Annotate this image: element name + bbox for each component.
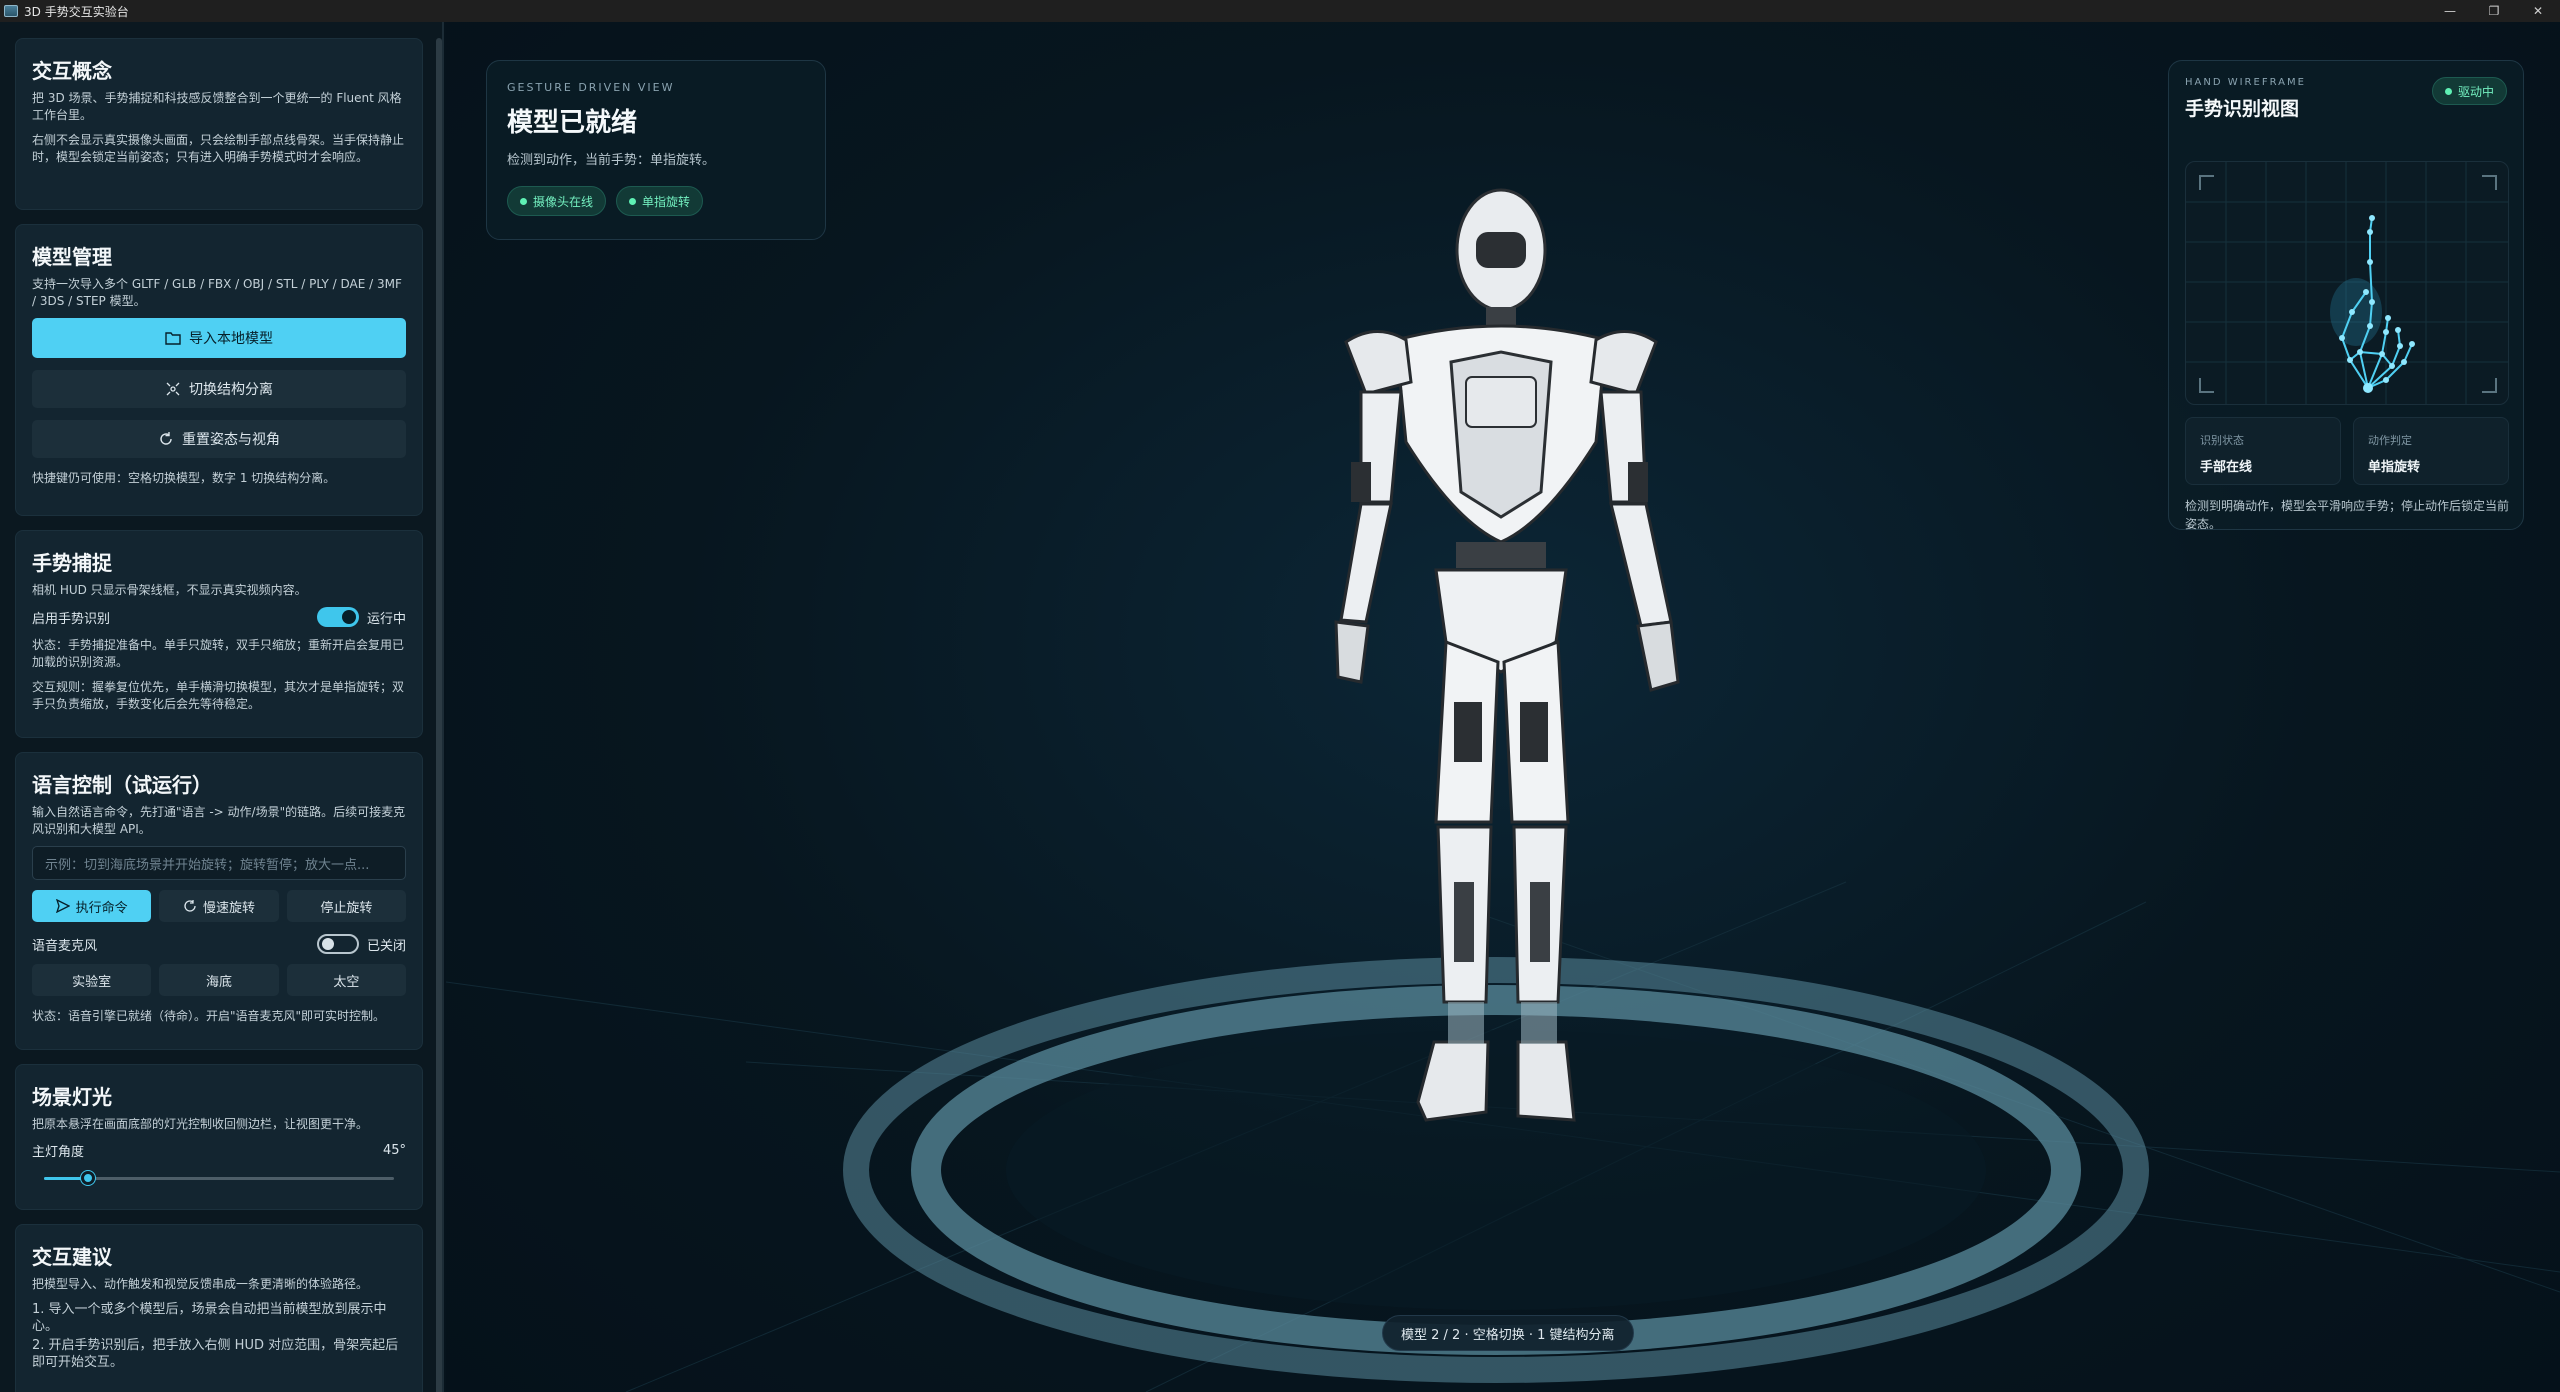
gesture-toggle-row: 启用手势识别 运行中 (32, 607, 406, 627)
light-angle-slider[interactable] (44, 1166, 394, 1190)
scene-buttons: 实验室 海底 太空 (32, 964, 406, 996)
recognition-status-box: 识别状态 手部在线 (2185, 417, 2341, 485)
lighting-desc: 把原本悬浮在画面底部的灯光控制收回侧边栏，让视图更干净。 (32, 1117, 369, 1131)
hand-wireframe-view (2185, 161, 2509, 405)
send-icon (55, 899, 70, 913)
scene-space-button[interactable]: 太空 (286, 964, 406, 996)
shortcut-hint: 快捷键仍可使用：空格切换模型，数字 1 切换结构分离。 (32, 471, 336, 485)
driving-dot-icon (2444, 87, 2452, 95)
gesture-rules: 交互规则：握拳复位优先，单手横滑切换模型，其次才是单指旋转；双手只负责缩放，手数… (32, 680, 405, 711)
voice-card: 语言控制（试运行） 输入自然语言命令，先打通"语言 -> 动作/场景"的链路。后… (15, 752, 423, 1050)
gesture-title: 手势捕捉 (32, 551, 112, 575)
restore-button[interactable]: ❐ (2472, 0, 2516, 22)
reset-icon (160, 432, 172, 445)
concept-card: 交互概念 把 3D 场景、手势捕捉和科技感反馈整合到一个更统一的 Fluent … (15, 38, 423, 210)
mic-toggle-state: 已关闭 (366, 938, 406, 954)
tip-item-2: 2. 开启手势识别后，把手放入右侧 HUD 对应范围，骨架亮起后即可开始交互。 (32, 1338, 399, 1370)
import-model-label: 导入本地模型 (189, 331, 273, 347)
model-card: 模型管理 支持一次导入多个 GLTF / GLB / FBX / OBJ / S… (15, 224, 423, 516)
sidebar: 交互概念 把 3D 场景、手势捕捉和科技感反馈整合到一个更统一的 Fluent … (0, 22, 444, 1392)
minimize-button[interactable]: — (2428, 0, 2472, 22)
status-title: 模型已就绪 (507, 108, 638, 138)
scene-lab-button[interactable]: 实验室 (32, 964, 152, 996)
gesture-mode-label: 单指旋转 (642, 194, 691, 209)
hand-skeleton (2186, 162, 2508, 404)
hud-badge-label: 驱动中 (2457, 84, 2494, 99)
status-subtitle: 检测到动作，当前手势：单指旋转。 (507, 153, 716, 168)
stop-rotate-button[interactable]: 停止旋转 (286, 890, 406, 922)
voice-actions: 执行命令 慢速旋转 停止旋转 (32, 890, 406, 922)
voice-status: 状态：语音引擎已就绪（待命）。开启"语音麦克风"即可实时控制。 (32, 1009, 386, 1023)
recognition-status-value: 手部在线 (2200, 460, 2253, 475)
gesture-card: 手势捕捉 相机 HUD 只显示骨架线框，不显示真实视频内容。 启用手势识别 运行… (15, 530, 423, 738)
platform-center (1006, 1030, 1986, 1310)
close-button[interactable]: ✕ (2516, 0, 2560, 22)
sidebar-scrollbar[interactable] (436, 38, 442, 1392)
hud-note: 检测到明确动作，模型会平滑响应手势；停止动作后锁定当前姿态。 (2185, 499, 2510, 531)
mic-toggle[interactable] (316, 934, 359, 954)
mic-label: 语音麦克风 (32, 938, 98, 954)
stop-rotate-label: 停止旋转 (320, 900, 373, 916)
concept-title: 交互概念 (32, 59, 112, 83)
active-dot-icon (629, 197, 637, 205)
tip-item-1: 1. 导入一个或多个模型后，场景会自动把当前模型放到展示中心。 (32, 1302, 387, 1334)
command-input[interactable]: 示例：切到海底场景并开始旋转；旋转暂停；放大一点... (32, 846, 406, 880)
tips-card: 交互建议 把模型导入、动作触发和视觉反馈串成一条更清晰的体验路径。 1. 导入一… (15, 1224, 423, 1392)
status-card: GESTURE DRIVEN VIEW 模型已就绪 检测到动作，当前手势：单指旋… (486, 60, 826, 240)
tips-title: 交互建议 (32, 1245, 112, 1269)
online-dot-icon (520, 197, 527, 205)
slider-track (44, 1177, 394, 1180)
light-angle-row: 主灯角度 45° (32, 1141, 406, 1160)
toggle-explode-button[interactable]: 切换结构分离 (32, 370, 406, 408)
gesture-enable-label: 启用手势识别 (32, 611, 111, 627)
recognition-status-key: 识别状态 (2200, 434, 2244, 447)
model-status-pill: 模型 2 / 2 · 空格切换 · 1 键结构分离 (1382, 1315, 1634, 1351)
gesture-toggle[interactable] (316, 607, 359, 627)
tips-desc: 把模型导入、动作触发和视觉反馈串成一条更清晰的体验路径。 (32, 1277, 369, 1291)
gesture-toggle-state: 运行中 (366, 611, 406, 627)
scene-sea-button[interactable]: 海底 (159, 964, 279, 996)
gesture-status: 状态：手势捕捉准备中。单手只旋转，双手只缩放；重新开启会复用已加载的识别资源。 (32, 638, 405, 669)
import-model-button[interactable]: 导入本地模型 (32, 318, 406, 358)
execute-command-label: 执行命令 (75, 900, 128, 916)
hand-hud: HAND WIREFRAME 手势识别视图 驱动中 识别状态 手部在线 动作判定… (2168, 60, 2524, 531)
action-judgement-key: 动作判定 (2368, 434, 2412, 447)
execute-command-button[interactable]: 执行命令 (32, 890, 152, 922)
window-title: 3D 手势交互实验台 (24, 4, 129, 19)
lighting-card: 场景灯光 把原本悬浮在画面底部的灯光控制收回侧边栏，让视图更干净。 主灯角度 4… (15, 1064, 423, 1210)
model-title: 模型管理 (32, 245, 112, 269)
window-controls: — ❐ ✕ (2428, 0, 2560, 22)
status-pills: 摄像头在线 单指旋转 (507, 186, 805, 216)
voice-desc: 输入自然语言命令，先打通"语言 -> 动作/场景"的链路。后续可接麦克风识别和大… (32, 805, 406, 836)
reset-view-label: 重置姿态与视角 (182, 432, 280, 448)
slow-rotate-label: 慢速旋转 (202, 900, 255, 916)
title-bar: 3D 手势交互实验台 — ❐ ✕ (0, 0, 2560, 22)
camera-online-label: 摄像头在线 (533, 194, 594, 209)
gesture-desc: 相机 HUD 只显示骨架线框，不显示真实视频内容。 (32, 583, 307, 597)
app-icon (4, 5, 18, 17)
status-eyebrow: GESTURE DRIVEN VIEW (507, 81, 675, 94)
lighting-title: 场景灯光 (32, 1085, 112, 1109)
gesture-mode-pill: 单指旋转 (616, 186, 704, 216)
concept-p1: 把 3D 场景、手势捕捉和科技感反馈整合到一个更统一的 Fluent 风格工作台… (32, 91, 402, 122)
explode-icon (166, 382, 180, 396)
voice-title: 语言控制（试运行） (32, 773, 212, 797)
action-judgement-box: 动作判定 单指旋转 (2353, 417, 2509, 485)
rotate-icon (184, 900, 196, 912)
model-desc: 支持一次导入多个 GLTF / GLB / FBX / OBJ / STL / … (32, 277, 402, 308)
camera-online-pill: 摄像头在线 (507, 186, 607, 216)
hud-badge: 驱动中 (2431, 77, 2507, 105)
folder-icon (165, 332, 181, 345)
slider-thumb[interactable] (80, 1171, 95, 1185)
mic-toggle-row: 语音麦克风 已关闭 (32, 934, 406, 954)
action-judgement-value: 单指旋转 (2368, 460, 2421, 475)
slow-rotate-button[interactable]: 慢速旋转 (159, 890, 279, 922)
light-angle-label: 主灯角度 (32, 1145, 85, 1160)
light-angle-value: 45° (382, 1143, 406, 1158)
toggle-explode-label: 切换结构分离 (189, 382, 273, 398)
scene-viewport[interactable]: GESTURE DRIVEN VIEW 模型已就绪 检测到动作，当前手势：单指旋… (446, 22, 2560, 1392)
concept-p2: 右侧不会显示真实摄像头画面，只会绘制手部点线骨架。当手保持静止时，模型会锁定当前… (32, 133, 405, 164)
reset-view-button[interactable]: 重置姿态与视角 (32, 420, 406, 458)
